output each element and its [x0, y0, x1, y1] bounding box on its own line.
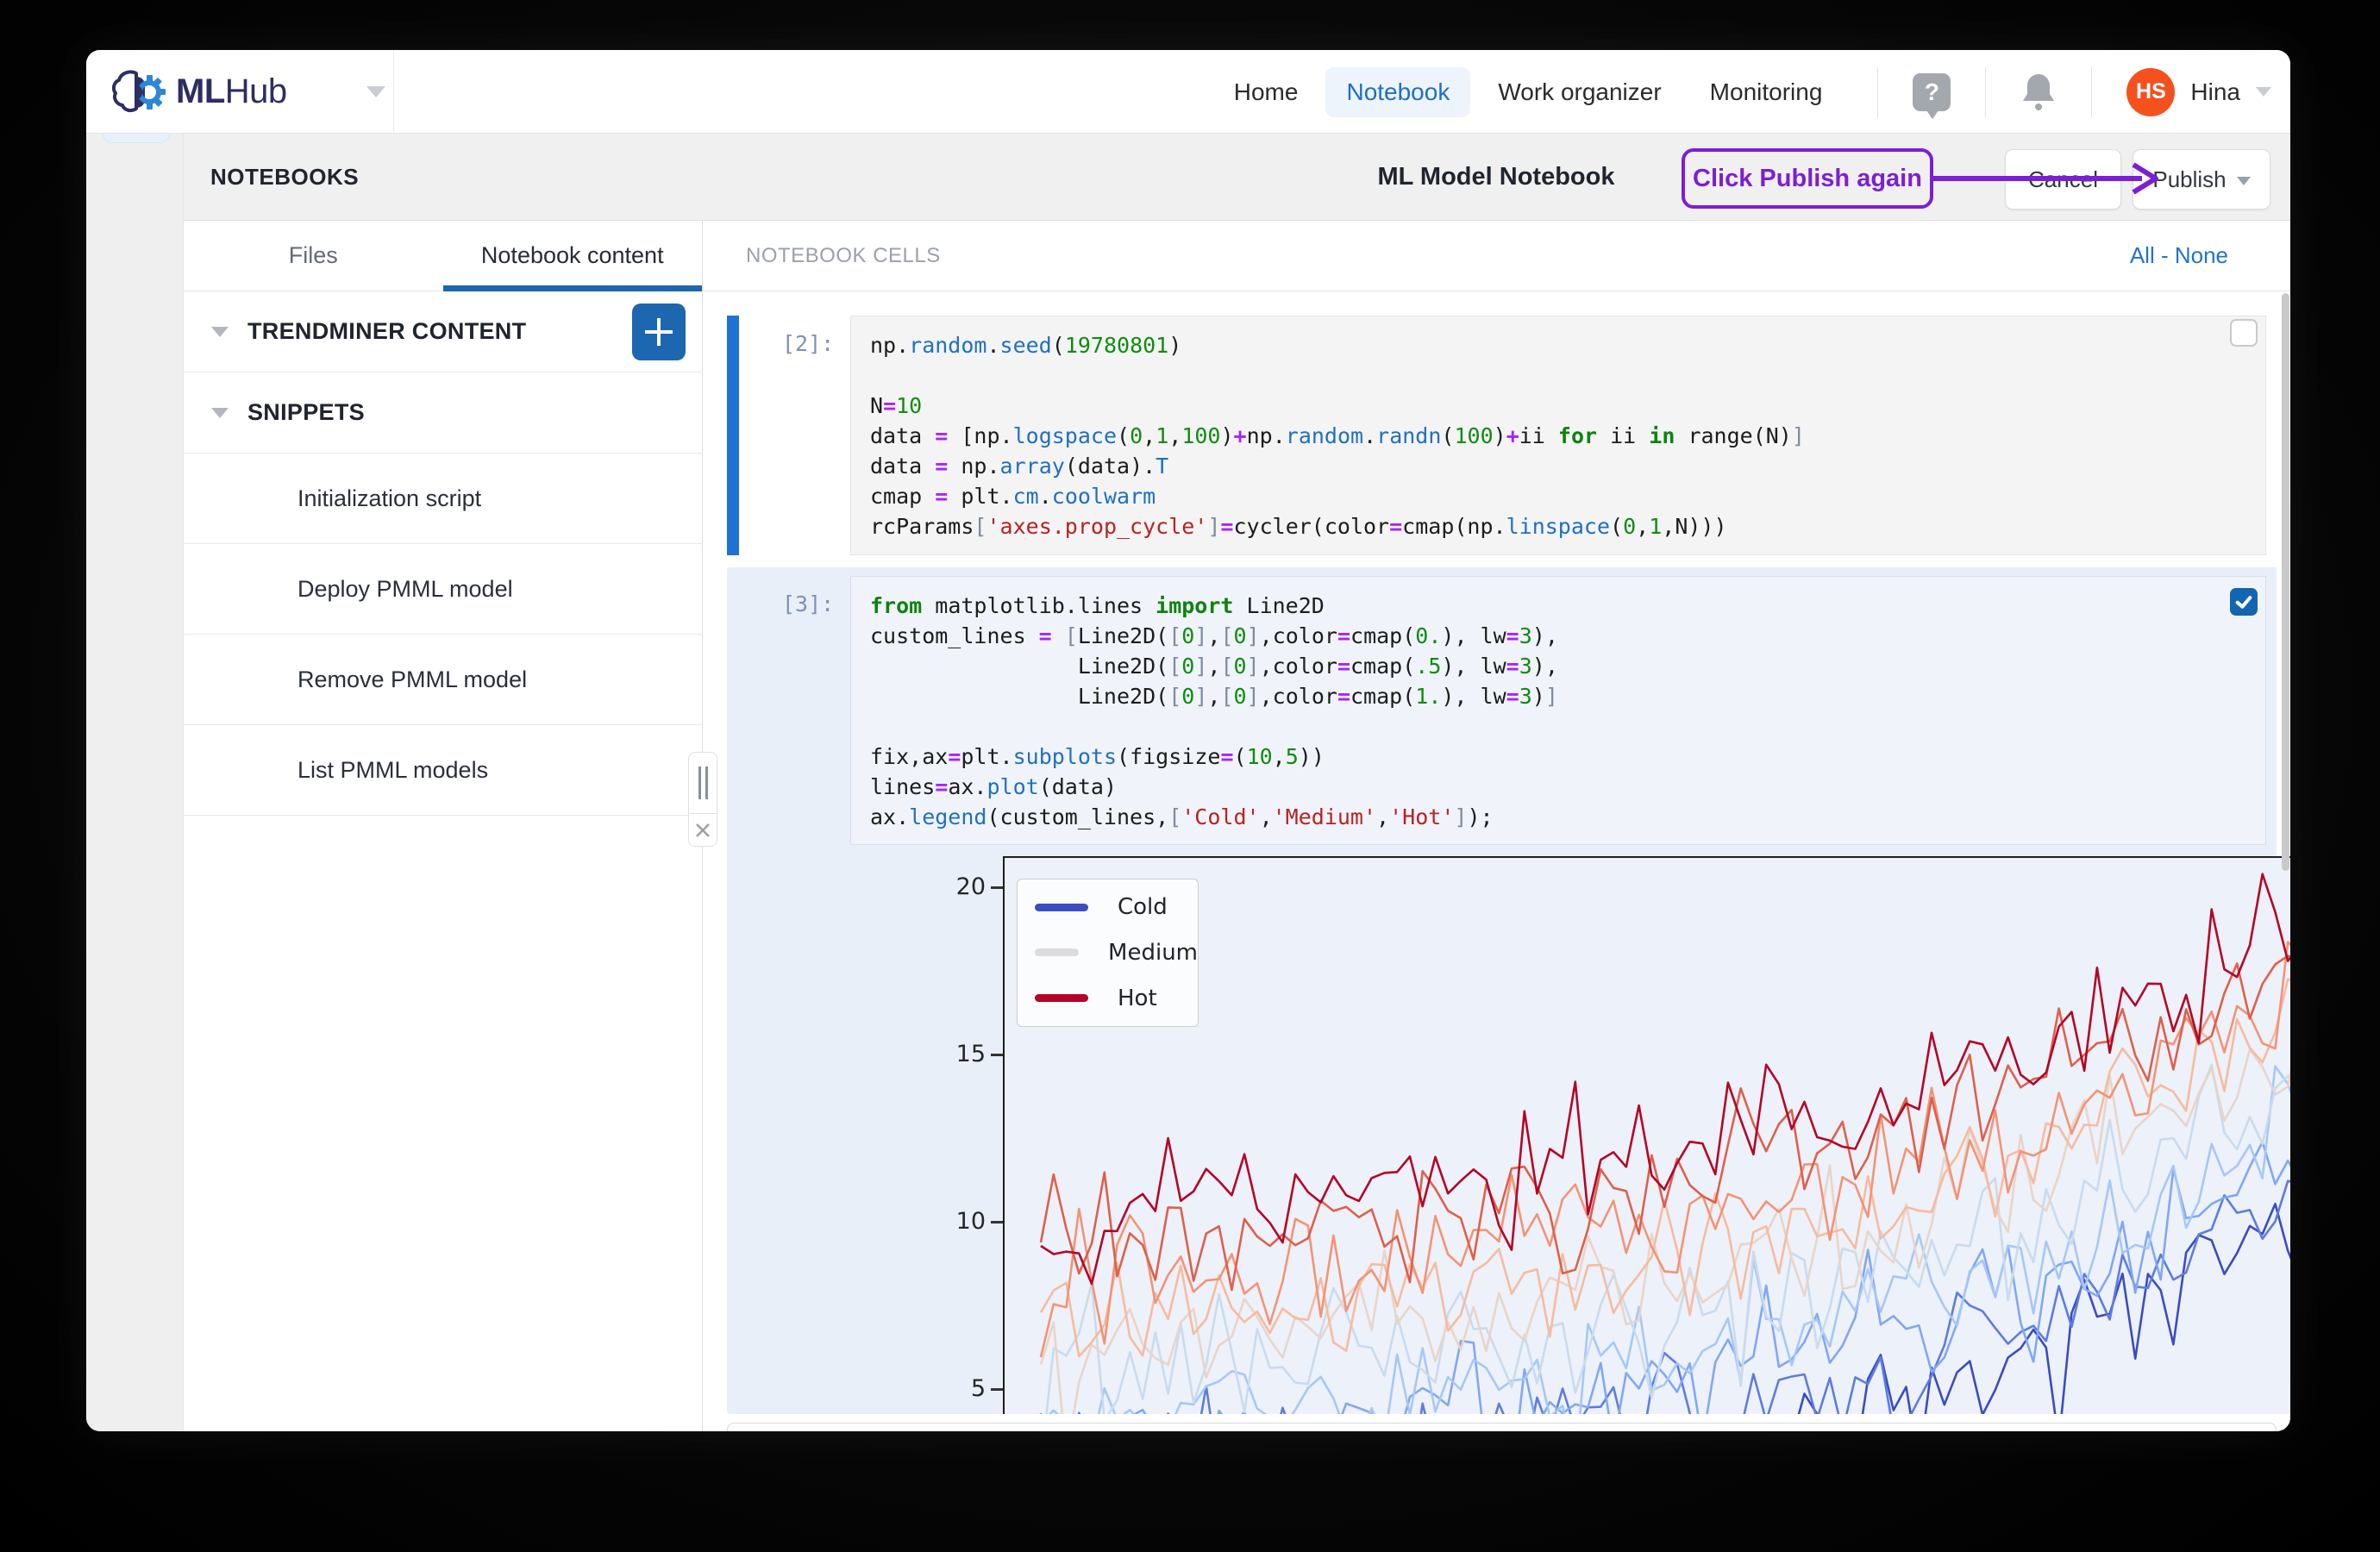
section-title: NOTEBOOKS — [210, 134, 359, 221]
code-line: custom_lines = [Line2D([0],[0],color=cma… — [870, 621, 2246, 651]
code-line: rcParams['axes.prop_cycle']=cycler(color… — [870, 511, 2246, 541]
legend-swatch — [1035, 994, 1088, 1002]
cell-selection-bar — [727, 316, 739, 555]
sidebar-tabs: FilesNotebook content — [184, 221, 702, 291]
legend-label: Cold — [1118, 894, 1168, 920]
sidebar-resize-handle[interactable] — [688, 752, 717, 814]
tab-notebook-content[interactable]: Notebook content — [443, 221, 703, 291]
code-line: data = np.array(data).T — [870, 451, 2246, 481]
publish-caret-icon — [2237, 177, 2251, 185]
snippet-item[interactable]: Deploy PMML model — [184, 544, 702, 635]
y-tick-label: 15 — [882, 1040, 986, 1069]
legend-swatch — [1035, 904, 1088, 911]
code-editor[interactable]: from matplotlib.lines import Line2Dcusto… — [850, 576, 2266, 845]
code-line — [870, 711, 2246, 742]
cell-checkbox-unchecked[interactable] — [2230, 319, 2258, 347]
cell-prompt: [3]: — [782, 591, 834, 616]
code-line: lines=ax.plot(data) — [870, 772, 2246, 802]
code-line: ax.legend(custom_lines,['Cold','Medium',… — [870, 802, 2246, 832]
code-cell-2: [2]: np.random.seed(19780801) N=10data =… — [727, 312, 2277, 559]
nav-divider — [2091, 67, 2092, 117]
y-tick-mark — [991, 1388, 1003, 1391]
app-window: MLHub HomeNotebookWork organizerMonitori… — [86, 50, 2290, 1431]
add-snippet-button[interactable] — [632, 304, 686, 360]
top-header: MLHub HomeNotebookWork organizerMonitori… — [86, 50, 2290, 134]
nav-item-monitoring[interactable]: Monitoring — [1689, 67, 1844, 117]
next-cell-partial — [727, 1423, 2277, 1431]
notebook-cells-panel: [2]: np.random.seed(19780801) N=10data =… — [703, 291, 2290, 1431]
document-title: ML Model Notebook — [1378, 134, 1615, 221]
chart-legend: Cold Medium Hot — [1017, 879, 1199, 1027]
annotation-arrow-icon — [1932, 161, 2163, 196]
select-none-link[interactable]: None — [2175, 242, 2228, 268]
user-menu-caret-icon[interactable] — [2256, 87, 2271, 97]
mlhub-logo: MLHub — [110, 50, 385, 134]
icon-rail — [86, 134, 184, 1431]
y-tick-mark — [991, 1054, 1003, 1056]
code-line: from matplotlib.lines import Line2D — [870, 591, 2246, 621]
avatar[interactable]: HS — [2126, 68, 2175, 116]
tab-files[interactable]: Files — [184, 221, 443, 291]
close-icon — [695, 823, 711, 838]
notebook-cells-label: NOTEBOOK CELLS — [746, 244, 941, 268]
y-tick-label: 5 — [882, 1374, 986, 1404]
user-name[interactable]: Hina — [2190, 78, 2240, 106]
select-links: All - None — [2130, 242, 2228, 269]
legend-label: Medium — [1108, 940, 1198, 966]
code-editor[interactable]: np.random.seed(19780801) N=10data = [np.… — [850, 316, 2266, 555]
notifications-bell-icon[interactable] — [2020, 72, 2057, 112]
help-icon[interactable]: ? — [1913, 73, 1951, 111]
legend-entry: Hot — [1018, 986, 1198, 1011]
select-all-link[interactable]: All — [2130, 242, 2155, 268]
y-tick-label: 20 — [882, 873, 986, 902]
workspace-caret-icon[interactable] — [366, 86, 385, 97]
section-snippets[interactable]: SNIPPETS — [184, 372, 702, 454]
sidebar-close-button[interactable] — [688, 814, 717, 847]
nav-divider — [1877, 67, 1878, 117]
nav-item-notebook[interactable]: Notebook — [1325, 67, 1470, 117]
code-line — [870, 360, 2246, 391]
code-line: cmap = plt.cm.coolwarm — [870, 481, 2246, 511]
legend-entry: Cold — [1018, 894, 1198, 920]
snippet-item[interactable]: Initialization script — [184, 454, 702, 544]
checkmark-icon — [2233, 591, 2255, 613]
notebook-cells-header: NOTEBOOK CELLS All - None — [703, 221, 2290, 291]
legend-swatch — [1035, 948, 1079, 956]
app-title: MLHub — [176, 72, 287, 111]
code-line: fix,ax=plt.subplots(figsize=(10,5)) — [870, 742, 2246, 772]
section-trendminer-content[interactable]: TRENDMINER CONTENT — [184, 291, 702, 372]
code-cell-3: [3]: from matplotlib.lines import Line2D… — [727, 567, 2277, 1414]
code-line: Line2D([0],[0],color=cmap(.5), lw=3), — [870, 651, 2246, 681]
code-line: Line2D([0],[0],color=cmap(1.), lw=3)] — [870, 681, 2246, 711]
collapse-caret-icon[interactable] — [211, 327, 229, 337]
code-line: np.random.seed(19780801) — [870, 330, 2246, 360]
nav-divider — [1985, 67, 1986, 117]
chart-output: Cold Medium Hot — [1003, 856, 2290, 1414]
mlhub-logo-icon — [110, 65, 166, 120]
legend-label: Hot — [1118, 986, 1157, 1011]
snippet-item[interactable]: Remove PMML model — [184, 635, 702, 725]
y-tick-label: 10 — [882, 1207, 986, 1236]
legend-entry: Medium — [1018, 940, 1198, 966]
collapse-caret-icon[interactable] — [211, 408, 229, 418]
select-separator: - — [2155, 242, 2175, 268]
nav-item-work-organizer[interactable]: Work organizer — [1477, 67, 1682, 117]
y-tick-mark — [991, 886, 1003, 889]
code-line: N=10 — [870, 391, 2246, 421]
cell-prompt: [2]: — [782, 331, 834, 356]
sidebar: FilesNotebook content TRENDMINER CONTENT… — [184, 221, 703, 1431]
y-tick-mark — [991, 1221, 1003, 1223]
code-line: data = [np.logspace(0,1,100)+np.random.r… — [870, 421, 2246, 451]
cell-checkbox-checked[interactable] — [2230, 588, 2258, 616]
sidebar-splitter — [688, 752, 717, 847]
nav-item-home[interactable]: Home — [1213, 67, 1319, 117]
annotation-callout: Click Publish again — [1682, 148, 1933, 209]
snippet-item[interactable]: List PMML models — [184, 725, 702, 816]
snippet-list: Initialization scriptDeploy PMML modelRe… — [184, 454, 702, 816]
chart-series-6 — [1041, 979, 2290, 1356]
main-nav: HomeNotebookWork organizerMonitoring ? H… — [1213, 50, 2271, 134]
scrollbar-thumb[interactable] — [2282, 293, 2289, 871]
header-divider — [393, 50, 394, 134]
